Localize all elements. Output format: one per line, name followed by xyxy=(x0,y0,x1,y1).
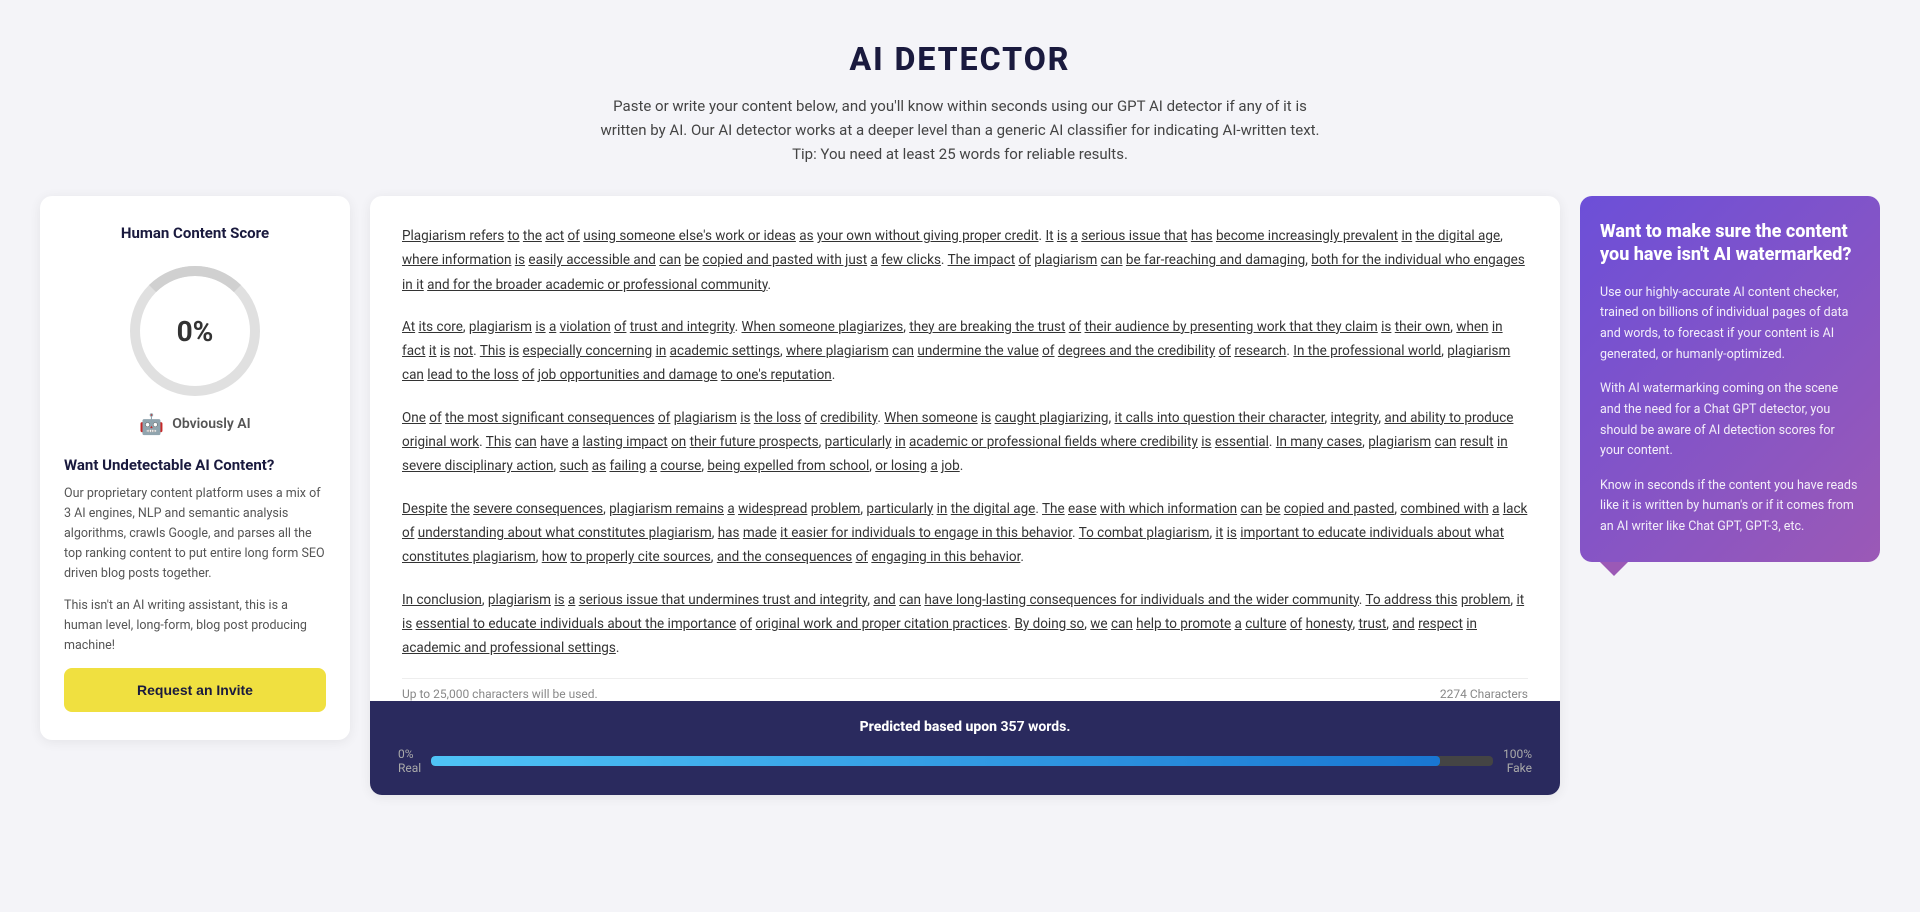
robot-icon: 🤖 xyxy=(139,412,164,436)
progress-words-bold: 357 words. xyxy=(1001,719,1071,735)
progress-label-text: Predicted based upon xyxy=(860,719,997,735)
watermark-para2: With AI watermarking coming on the scene… xyxy=(1600,379,1860,462)
page-title: AI DETECTOR xyxy=(20,40,1900,78)
progress-bar-wrapper: 0% Real 100% Fake xyxy=(398,747,1532,775)
watermark-title: Want to make sure the content you have i… xyxy=(1600,220,1860,267)
score-circle: 0% xyxy=(130,266,260,396)
real-pct: 0% xyxy=(398,747,421,761)
main-layout: Human Content Score 0% 🤖 Obviously AI Wa… xyxy=(0,196,1920,835)
desc2: This isn't an AI writing assistant, this… xyxy=(64,596,326,656)
progress-section: Predicted based upon 357 words. 0% Real … xyxy=(370,701,1560,795)
paragraph-1: Plagiarism refers to the act of using so… xyxy=(402,224,1528,297)
desc1: Our proprietary content platform uses a … xyxy=(64,484,326,584)
score-title: Human Content Score xyxy=(64,224,326,242)
footer-left: Up to 25,000 characters will be used. xyxy=(402,687,598,701)
left-panel: Human Content Score 0% 🤖 Obviously AI Wa… xyxy=(40,196,350,740)
ai-label: 🤖 Obviously AI xyxy=(64,412,326,436)
progress-left-pct: 0% Real xyxy=(398,747,421,775)
paragraph-5: In conclusion, plagiarism is a serious i… xyxy=(402,588,1528,661)
center-panel: Plagiarism refers to the act of using so… xyxy=(370,196,1560,795)
page-header: AI DETECTOR Paste or write your content … xyxy=(0,0,1920,196)
paragraph-3: One of the most significant consequences… xyxy=(402,406,1528,479)
ai-label-text: Obviously AI xyxy=(172,416,250,432)
watermark-para1: Use our highly-accurate AI content check… xyxy=(1600,283,1860,366)
fake-label: Fake xyxy=(1503,761,1532,775)
progress-right-pct: 100% Fake xyxy=(1503,747,1532,775)
progress-bar-bg xyxy=(431,756,1493,766)
real-label: Real xyxy=(398,761,421,775)
paragraph-2: At its core, plagiarism is a violation o… xyxy=(402,315,1528,388)
content-footer: Up to 25,000 characters will be used. 22… xyxy=(402,678,1528,701)
fake-pct: 100% xyxy=(1503,747,1532,761)
header-description: Paste or write your content below, and y… xyxy=(600,94,1320,166)
footer-right: 2274 Characters xyxy=(1440,687,1528,701)
score-value: 0% xyxy=(177,315,214,348)
request-invite-button[interactable]: Request an Invite xyxy=(64,668,326,712)
progress-label: Predicted based upon 357 words. xyxy=(398,719,1532,735)
want-undetectable-title: Want Undetectable AI Content? xyxy=(64,456,326,474)
right-panel: Want to make sure the content you have i… xyxy=(1580,196,1880,562)
watermark-card: Want to make sure the content you have i… xyxy=(1580,196,1880,562)
watermark-para3: Know in seconds if the content you have … xyxy=(1600,476,1860,538)
score-circle-wrapper: 0% xyxy=(64,266,326,396)
paragraph-4: Despite the severe consequences, plagiar… xyxy=(402,497,1528,570)
content-text: Plagiarism refers to the act of using so… xyxy=(402,224,1528,660)
progress-bar-fill xyxy=(431,756,1440,766)
